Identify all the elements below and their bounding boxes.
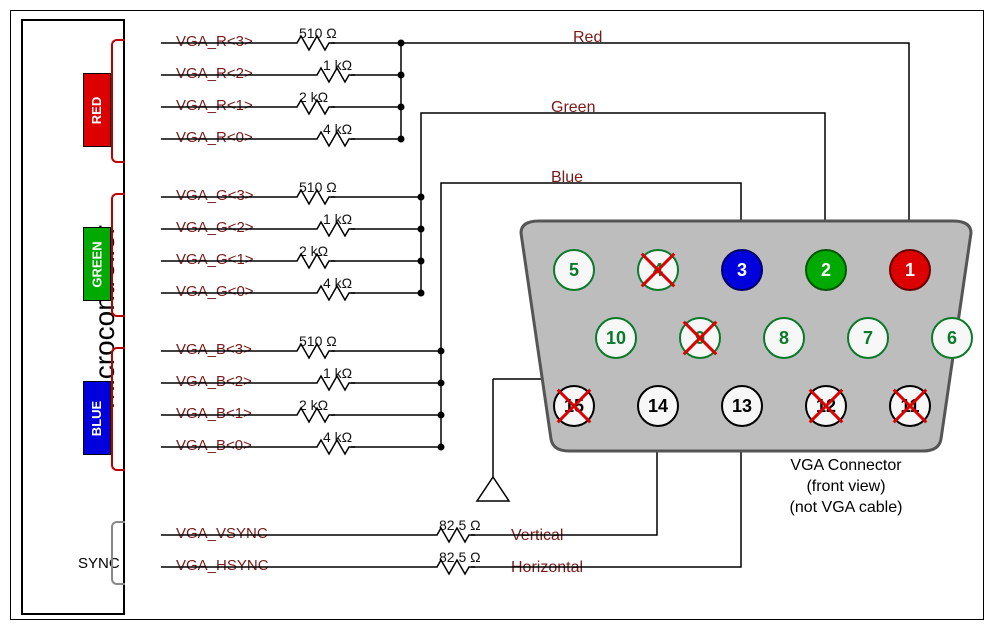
- sig-g1: VGA_G<1>: [176, 251, 254, 268]
- pin-7: 7: [847, 317, 889, 359]
- vga-cap-1: VGA Connector: [751, 456, 941, 477]
- pin-9: 9: [679, 317, 721, 359]
- line-blue: Blue: [551, 169, 583, 187]
- sig-b0: VGA_B<0>: [176, 437, 252, 454]
- res-g3: 510 Ω: [299, 179, 337, 195]
- pin-12: 12: [805, 385, 847, 427]
- pin-6: 6: [931, 317, 973, 359]
- badge-green: GREEN: [83, 227, 111, 301]
- sig-hs: VGA_HSYNC: [176, 557, 269, 574]
- pin-11: 11: [889, 385, 931, 427]
- bracket-blue: [111, 347, 125, 471]
- res-g2: 1 kΩ: [323, 211, 352, 227]
- bracket-sync: [111, 521, 125, 585]
- res-r3: 510 Ω: [299, 25, 337, 41]
- bracket-red: [111, 39, 125, 163]
- badge-blue: BLUE: [83, 381, 111, 455]
- res-g1: 2 kΩ: [299, 243, 328, 259]
- res-b2: 1 kΩ: [323, 365, 352, 381]
- res-vs: 82.5 Ω: [439, 517, 481, 533]
- sig-r3: VGA_R<3>: [176, 33, 253, 50]
- pin-2: 2: [805, 249, 847, 291]
- line-green: Green: [551, 99, 595, 117]
- sig-b1: VGA_B<1>: [176, 405, 252, 422]
- sig-g2: VGA_G<2>: [176, 219, 254, 236]
- sig-g3: VGA_G<3>: [176, 187, 254, 204]
- pin-1: 1: [889, 249, 931, 291]
- pin-3: 3: [721, 249, 763, 291]
- vga-dac-diagram: microcontroller RED GREEN BLUE SYNC VGA_…: [10, 10, 984, 620]
- sig-r0: VGA_R<0>: [176, 129, 253, 146]
- sig-b3: VGA_B<3>: [176, 341, 252, 358]
- vga-caption: VGA Connector (front view) (not VGA cabl…: [751, 456, 941, 518]
- res-b3: 510 Ω: [299, 333, 337, 349]
- line-vert: Vertical: [511, 527, 563, 545]
- microcontroller-block: microcontroller RED GREEN BLUE SYNC: [21, 19, 125, 615]
- res-hs: 82.5 Ω: [439, 549, 481, 565]
- pin-15: 15: [553, 385, 595, 427]
- pin-8: 8: [763, 317, 805, 359]
- vga-cap-3: (not VGA cable): [751, 498, 941, 519]
- line-horiz: Horizontal: [511, 559, 583, 577]
- res-b1: 2 kΩ: [299, 397, 328, 413]
- line-red: Red: [573, 29, 602, 47]
- sig-b2: VGA_B<2>: [176, 373, 252, 390]
- res-r2: 1 kΩ: [323, 57, 352, 73]
- pin-14: 14: [637, 385, 679, 427]
- res-g0: 4 kΩ: [323, 275, 352, 291]
- res-r0: 4 kΩ: [323, 121, 352, 137]
- sig-vs: VGA_VSYNC: [176, 525, 268, 542]
- badge-red: RED: [83, 73, 111, 147]
- pin-4: 4: [637, 249, 679, 291]
- pin-5: 5: [553, 249, 595, 291]
- sig-g0: VGA_G<0>: [176, 283, 254, 300]
- res-b0: 4 kΩ: [323, 429, 352, 445]
- pin-10: 10: [595, 317, 637, 359]
- vga-connector: 5 4 3 2 1 10 9 8 7 6 15 14 13 12 11: [509, 221, 971, 451]
- vga-cap-2: (front view): [751, 477, 941, 498]
- sig-r2: VGA_R<2>: [176, 65, 253, 82]
- sig-r1: VGA_R<1>: [176, 97, 253, 114]
- res-r1: 2 kΩ: [299, 89, 328, 105]
- bracket-green: [111, 193, 125, 317]
- pin-13: 13: [721, 385, 763, 427]
